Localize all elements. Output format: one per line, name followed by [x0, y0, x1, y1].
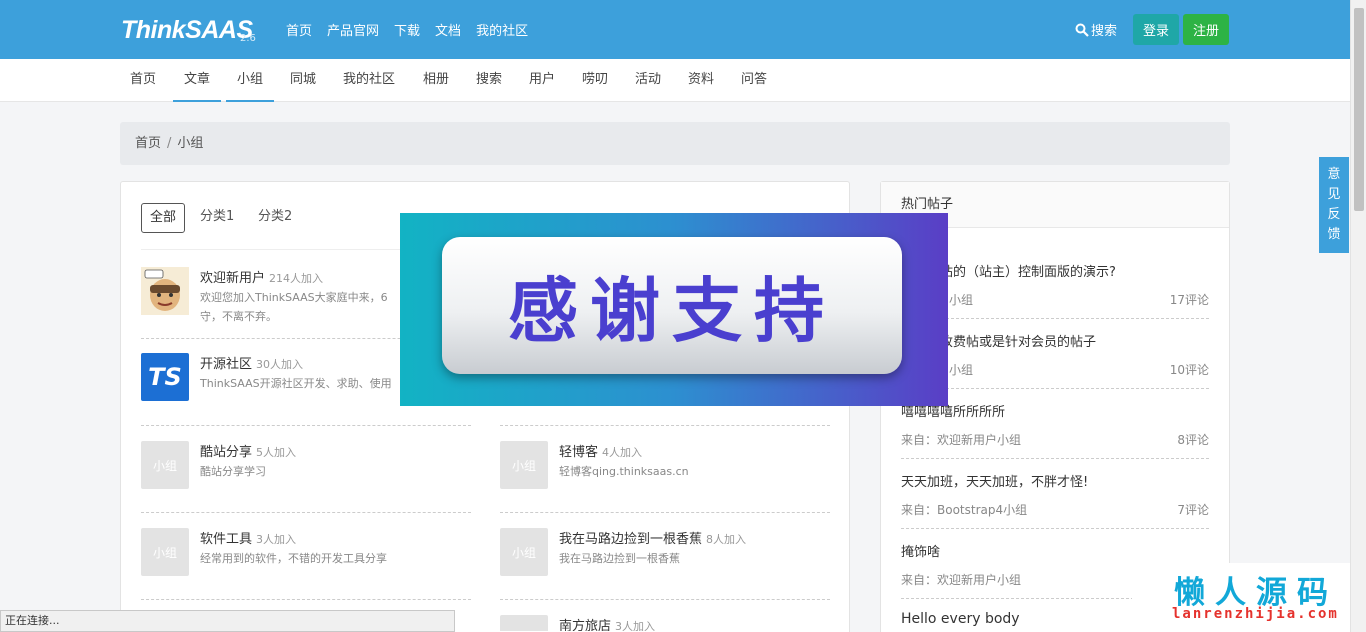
group-member-count: 214人加入: [269, 272, 324, 285]
group-description: 我在马路边捡到一根香蕉: [559, 552, 680, 565]
group-item[interactable]: 小组 轻博客 4人加入 轻博客qing.thinksaas.cn: [500, 441, 830, 526]
group-avatar: 小组: [500, 615, 548, 631]
group-name[interactable]: 轻博客 4人加入: [559, 441, 642, 460]
group-member-count: 5人加入: [256, 446, 297, 459]
post-title[interactable]: 掩饰啥: [901, 541, 940, 560]
top-nav-product[interactable]: 产品官网: [327, 20, 379, 39]
filter-category-2[interactable]: 分类2: [250, 203, 300, 233]
subnav-groups[interactable]: 小组: [226, 59, 274, 102]
group-name[interactable]: 欢迎新用户 214人加入: [200, 267, 323, 286]
group-member-count: 3人加入: [256, 533, 297, 546]
subnav-my-community[interactable]: 我的社区: [334, 59, 404, 102]
breadcrumb-separator: /: [167, 136, 172, 151]
post-title[interactable]: 天天加班，天天加班，不胖才怪!: [901, 471, 1088, 490]
logo-version: 2.6: [240, 33, 256, 44]
top-nav-download[interactable]: 下载: [394, 20, 420, 39]
group-avatar: 小组: [500, 441, 548, 489]
group-item[interactable]: 小组 南方旅店3人加入: [500, 615, 830, 631]
group-avatar: [141, 267, 189, 315]
group-member-count: 30人加入: [256, 358, 304, 371]
subnav-album[interactable]: 相册: [414, 59, 458, 102]
subnav-resources[interactable]: 资料: [679, 59, 723, 102]
group-item[interactable]: 小组 我在马路边捡到一根香蕉 8人加入 我在马路边捡到一根香蕉: [500, 528, 830, 613]
group-name[interactable]: 开源社区 30人加入: [200, 353, 303, 372]
search-label: 搜索: [1091, 24, 1118, 39]
breadcrumb-current: 小组: [177, 136, 204, 151]
browser-status-bar: 正在连接...: [0, 610, 455, 632]
top-nav-home[interactable]: 首页: [286, 20, 312, 39]
post-comments: 17评论: [1169, 293, 1209, 307]
row-divider: [141, 599, 471, 600]
thanks-banner-button: 感谢支持: [442, 237, 902, 374]
feedback-tab[interactable]: 意见反馈: [1319, 157, 1349, 253]
group-name[interactable]: 我在马路边捡到一根香蕉 8人加入: [559, 528, 746, 547]
row-divider: [500, 512, 830, 513]
group-avatar: 小组: [141, 528, 189, 576]
site-logo[interactable]: ThinkSAAS: [121, 16, 253, 45]
search-icon: [1075, 23, 1089, 37]
subnav-users[interactable]: 用户: [520, 59, 564, 102]
top-header: ThinkSAAS 2.6 首页 产品官网 下载 文档 我的社区 搜索 登录 注…: [0, 0, 1350, 59]
group-name[interactable]: 南方旅店 3人加入: [559, 615, 655, 631]
group-name[interactable]: 软件工具 3人加入: [200, 528, 296, 547]
register-button[interactable]: 注册: [1183, 14, 1229, 45]
post-comments: 10评论: [1169, 363, 1209, 377]
top-nav-my-community[interactable]: 我的社区: [476, 20, 528, 39]
group-description: 酷站分享学习: [200, 465, 266, 478]
post-source[interactable]: 来自：Bootstrap4小组: [901, 501, 1027, 518]
post-meta: 来自：欢迎新用户小组 8评论: [901, 431, 1209, 448]
group-name[interactable]: 酷站分享 5人加入: [200, 441, 296, 460]
row-divider: [500, 599, 830, 600]
post-meta: 来自：Bootstrap4小组 7评论: [901, 501, 1209, 518]
group-member-count: 4人加入: [602, 446, 643, 459]
group-item[interactable]: 小组 酷站分享 5人加入 酷站分享学习: [141, 441, 471, 526]
row-divider: [500, 425, 830, 426]
group-avatar: TS: [141, 353, 189, 401]
group-avatar: 小组: [141, 441, 189, 489]
row-divider: [141, 512, 471, 513]
breadcrumb-home[interactable]: 首页: [135, 136, 161, 151]
top-nav: 首页 产品官网 下载 文档 我的社区: [286, 20, 528, 39]
filter-category-1[interactable]: 分类1: [192, 203, 242, 233]
subnav-chatter[interactable]: 唠叨: [573, 59, 617, 102]
group-description: 经常用到的软件，不错的开发工具分享: [200, 552, 387, 565]
breadcrumb: 首页 / 小组: [120, 122, 1230, 165]
thanks-banner-text: 感谢支持: [508, 269, 836, 352]
watermark-sub: lanrenzhijia.com: [1172, 606, 1339, 622]
post-divider: [901, 458, 1209, 459]
group-member-count: 8人加入: [706, 533, 747, 546]
login-button[interactable]: 登录: [1133, 14, 1179, 45]
page-scrollbar[interactable]: [1350, 0, 1366, 632]
post-title[interactable]: Hello every body: [901, 611, 1020, 627]
thanks-banner: 感谢支持: [400, 213, 948, 406]
post-divider: [901, 528, 1209, 529]
subnav-search[interactable]: 搜索: [467, 59, 511, 102]
subnav-city[interactable]: 同城: [282, 59, 324, 102]
subnav-articles[interactable]: 文章: [173, 59, 221, 102]
top-nav-docs[interactable]: 文档: [435, 20, 461, 39]
row-divider: [141, 425, 471, 426]
sub-nav: 首页 文章 小组 同城 我的社区 相册 搜索 用户 唠叨 活动 资料 问答: [0, 59, 1350, 102]
group-avatar: 小组: [500, 528, 548, 576]
post-comments: 7评论: [1177, 503, 1209, 517]
scrollbar-thumb[interactable]: [1354, 8, 1364, 211]
post-source[interactable]: 来自：欢迎新用户小组: [901, 571, 1021, 588]
subnav-events[interactable]: 活动: [626, 59, 670, 102]
post-comments: 8评论: [1177, 433, 1209, 447]
feedback-label: 意见反馈: [1327, 167, 1341, 242]
group-description: 轻博客qing.thinksaas.cn: [559, 465, 689, 478]
search-link[interactable]: 搜索: [1075, 20, 1117, 39]
filter-all[interactable]: 全部: [141, 203, 186, 233]
group-item[interactable]: 小组 软件工具 3人加入 经常用到的软件，不错的开发工具分享: [141, 528, 471, 613]
subnav-qa[interactable]: 问答: [732, 59, 776, 102]
group-member-count: 3人加入: [615, 620, 656, 631]
watermark: 懒人源码 lanrenzhijia.com: [1132, 563, 1350, 632]
subnav-home[interactable]: 首页: [121, 59, 165, 102]
post-source[interactable]: 来自：欢迎新用户小组: [901, 431, 1021, 448]
